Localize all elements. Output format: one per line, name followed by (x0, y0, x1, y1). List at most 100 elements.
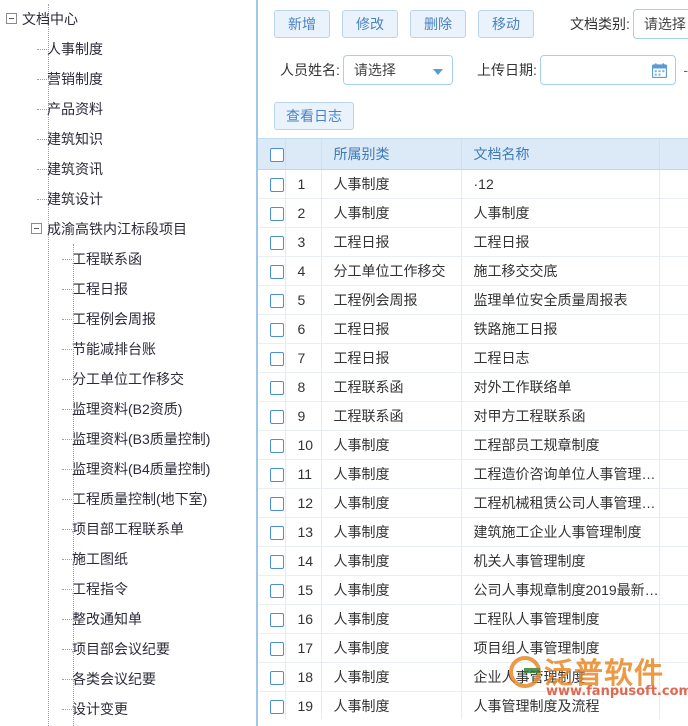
view-log-button[interactable]: 查看日志 (274, 102, 354, 130)
collapse-icon[interactable] (6, 13, 17, 24)
row-checkbox[interactable] (270, 236, 284, 250)
row-checkbox[interactable] (270, 555, 284, 569)
table-row[interactable]: 17人事制度项目组人事管理制度 (258, 633, 688, 662)
table-row[interactable]: 12人事制度工程机械租赁公司人事管理… (258, 488, 688, 517)
row-select-cell[interactable] (258, 691, 285, 719)
row-checkbox[interactable] (270, 584, 284, 598)
table-row[interactable]: 1人事制度·12 (258, 169, 688, 198)
table-row[interactable]: 19人事制度人事管理制度及流程 (258, 691, 688, 719)
row-checkbox[interactable] (270, 265, 284, 279)
table-row[interactable]: 7工程日报工程日志 (258, 343, 688, 372)
tree-node[interactable]: 节能减排台账 (0, 334, 256, 364)
row-select-cell[interactable] (258, 488, 285, 517)
row-select-cell[interactable] (258, 343, 285, 372)
row-select-cell[interactable] (258, 285, 285, 314)
row-checkbox[interactable] (270, 497, 284, 511)
table-row[interactable]: 2人事制度人事制度 (258, 198, 688, 227)
tree-node[interactable]: 项目部工程联系单 (0, 514, 256, 544)
row-checkbox[interactable] (270, 294, 284, 308)
tree-node[interactable]: 整改通知单 (0, 604, 256, 634)
row-checkbox[interactable] (270, 468, 284, 482)
tree-node[interactable]: 工程指令 (0, 574, 256, 604)
document-tree-sidebar[interactable]: 文档中心人事制度营销制度产品资料建筑知识建筑资讯建筑设计成渝高铁内江标段项目工程… (0, 0, 258, 726)
table-row[interactable]: 16人事制度工程队人事管理制度 (258, 604, 688, 633)
row-checkbox[interactable] (270, 526, 284, 540)
person-name-select[interactable]: 请选择 (343, 55, 453, 85)
table-row[interactable]: 14人事制度机关人事管理制度 (258, 546, 688, 575)
tree-node[interactable]: 产品资料 (0, 94, 256, 124)
row-select-cell[interactable] (258, 575, 285, 604)
tree-node[interactable]: 文档中心 (0, 4, 256, 34)
row-select-cell[interactable] (258, 546, 285, 575)
row-checkbox[interactable] (270, 410, 284, 424)
doc-category-select[interactable]: 请选择 (633, 9, 688, 39)
tree-node[interactable]: 监理资料(B2资质) (0, 394, 256, 424)
row-checkbox[interactable] (270, 207, 284, 221)
row-select-cell[interactable] (258, 459, 285, 488)
table-row[interactable]: 5工程例会周报监理单位安全质量周报表 (258, 285, 688, 314)
tree-node[interactable]: 工程质量控制(地下室) (0, 484, 256, 514)
tree-node[interactable]: 分工单位工作移交 (0, 364, 256, 394)
row-checkbox[interactable] (270, 381, 284, 395)
move-button[interactable]: 移动 (478, 10, 534, 38)
row-select-cell[interactable] (258, 662, 285, 691)
table-row[interactable]: 10人事制度工程部员工规章制度 (258, 430, 688, 459)
document-tree[interactable]: 文档中心人事制度营销制度产品资料建筑知识建筑资讯建筑设计成渝高铁内江标段项目工程… (0, 4, 256, 726)
row-select-cell[interactable] (258, 256, 285, 285)
tree-node[interactable]: 成渝高铁内江标段项目 (0, 214, 256, 244)
row-select-cell[interactable] (258, 169, 285, 198)
add-button[interactable]: 新增 (274, 10, 330, 38)
row-select-cell[interactable] (258, 401, 285, 430)
collapse-icon[interactable] (31, 223, 42, 234)
tree-node[interactable]: 建筑知识 (0, 124, 256, 154)
table-row[interactable]: 15人事制度公司人事规章制度2019最新… (258, 575, 688, 604)
row-checkbox[interactable] (270, 671, 284, 685)
docname-header[interactable]: 文档名称 (461, 139, 659, 169)
documents-table-container[interactable]: 所属别类 文档名称 1人事制度·122人事制度人事制度3工程日报工程日报4分工单… (258, 138, 688, 719)
tree-node[interactable]: 监理资料(B4质量控制) (0, 454, 256, 484)
row-checkbox[interactable] (270, 178, 284, 192)
table-row[interactable]: 3工程日报工程日报 (258, 227, 688, 256)
row-select-cell[interactable] (258, 227, 285, 256)
delete-button[interactable]: 删除 (410, 10, 466, 38)
table-row[interactable]: 13人事制度建筑施工企业人事管理制度 (258, 517, 688, 546)
tree-node[interactable]: 建筑资讯 (0, 154, 256, 184)
table-row[interactable]: 9工程联系函对甲方工程联系函 (258, 401, 688, 430)
tree-node[interactable]: 各类会议纪要 (0, 664, 256, 694)
row-select-cell[interactable] (258, 517, 285, 546)
tree-node[interactable]: 工程联系函 (0, 244, 256, 274)
row-select-cell[interactable] (258, 372, 285, 401)
select-all-checkbox[interactable] (270, 148, 284, 162)
upload-date-input[interactable] (540, 55, 676, 85)
edit-button[interactable]: 修改 (342, 10, 398, 38)
table-row[interactable]: 18人事制度企业人事管理制度 (258, 662, 688, 691)
table-row[interactable]: 8工程联系函对外工作联络单 (258, 372, 688, 401)
row-checkbox[interactable] (270, 642, 284, 656)
row-checkbox[interactable] (270, 439, 284, 453)
tree-node[interactable]: 监理资料(B3质量控制) (0, 424, 256, 454)
row-select-cell[interactable] (258, 633, 285, 662)
row-checkbox[interactable] (270, 323, 284, 337)
tree-node[interactable]: 设计变更 (0, 694, 256, 724)
tree-node[interactable]: 工程日报 (0, 274, 256, 304)
table-row[interactable]: 4分工单位工作移交施工移交交底 (258, 256, 688, 285)
table-row[interactable]: 6工程日报铁路施工日报 (258, 314, 688, 343)
row-docname: 建筑施工企业人事管理制度 (461, 517, 659, 546)
category-header[interactable]: 所属别类 (321, 139, 461, 169)
row-checkbox[interactable] (270, 613, 284, 627)
tree-node[interactable]: 项目部会议纪要 (0, 634, 256, 664)
row-checkbox[interactable] (270, 700, 284, 714)
row-select-cell[interactable] (258, 314, 285, 343)
tree-node[interactable]: 建筑设计 (0, 184, 256, 214)
row-select-cell[interactable] (258, 198, 285, 227)
tree-node[interactable]: 施工图纸 (0, 544, 256, 574)
tree-node[interactable]: 人事制度 (0, 34, 256, 64)
tree-branch-line (62, 349, 72, 350)
tree-node[interactable]: 营销制度 (0, 64, 256, 94)
tree-node[interactable]: 工程例会周报 (0, 304, 256, 334)
select-all-header[interactable] (258, 139, 285, 169)
table-row[interactable]: 11人事制度工程造价咨询单位人事管理… (258, 459, 688, 488)
row-select-cell[interactable] (258, 430, 285, 459)
row-checkbox[interactable] (270, 352, 284, 366)
row-select-cell[interactable] (258, 604, 285, 633)
